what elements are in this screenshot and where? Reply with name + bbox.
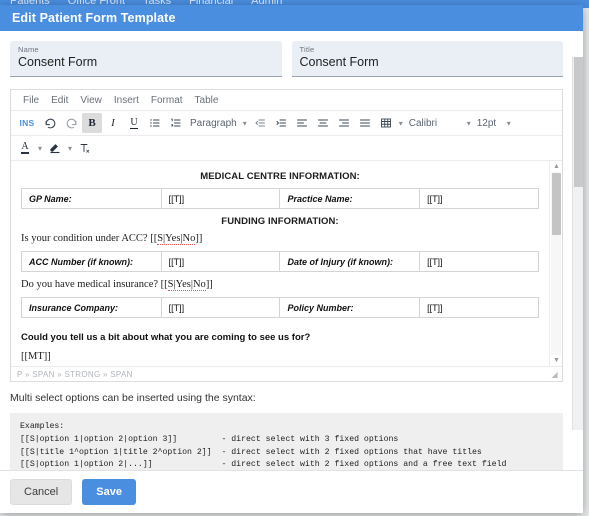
table-row: ACC Number (if known): [[T]] Date of Inj… <box>21 251 539 272</box>
cell-acc-number-token[interactable]: [[T]] <box>160 251 281 272</box>
dialog-scrollbar[interactable] <box>572 57 583 430</box>
question-reason[interactable]: Could you tell us a bit about what you a… <box>21 332 539 343</box>
title-field[interactable]: Title Consent Form <box>291 41 563 77</box>
bullet-list-icon[interactable] <box>145 113 165 133</box>
outdent-icon[interactable] <box>250 113 270 133</box>
form-fields-row: Name Consent Form Title Consent Form <box>0 31 583 85</box>
rich-text-editor: File Edit View Insert Format Table INS B… <box>10 89 563 382</box>
question-insurance[interactable]: Do you have medical insurance? [[S|Yes|N… <box>21 279 539 291</box>
cell-practice-name-token[interactable]: [[T]] <box>419 188 539 209</box>
cell-acc-number-label[interactable]: ACC Number (if known): <box>21 251 162 272</box>
name-field-value[interactable]: Consent Form <box>18 54 274 70</box>
table-acc: ACC Number (if known): [[T]] Date of Inj… <box>21 251 539 272</box>
element-path: P » SPAN » STRONG » SPAN <box>17 369 133 379</box>
help-code-block: Examples: [[S|option 1|option 2|option 3… <box>10 413 563 470</box>
editor-scrollbar[interactable]: ▲ ▼ <box>549 161 562 366</box>
table-row: GP Name: [[T]] Practice Name: [[T]] <box>21 188 539 209</box>
dialog-footer: Cancel Save <box>0 470 583 513</box>
block-format-chevron-down-icon[interactable]: ▾ <box>243 119 247 128</box>
table-icon[interactable] <box>376 113 396 133</box>
redo-icon[interactable] <box>61 113 81 133</box>
heading-medical-centre-information: MEDICAL CENTRE INFORMATION: <box>200 171 360 182</box>
heading-funding-information: FUNDING INFORMATION: <box>221 216 339 227</box>
menu-table[interactable]: Table <box>189 93 225 108</box>
cell-date-of-injury-label[interactable]: Date of Injury (if known): <box>279 251 421 272</box>
editor-scrollbar-thumb[interactable] <box>552 173 561 235</box>
text-color-icon[interactable]: A <box>15 138 35 158</box>
font-family-chevron-down-icon[interactable]: ▾ <box>467 119 471 128</box>
editor-statusbar: P » SPAN » STRONG » SPAN ◢ <box>11 366 562 381</box>
editor-resize-handle[interactable]: ◢ <box>552 370 558 379</box>
question-insurance-suffix: ]] <box>205 279 213 290</box>
edit-patient-form-template-dialog: Edit Patient Form Template Name Consent … <box>0 5 583 513</box>
question-acc-prefix: Is your condition under ACC? [[ <box>21 233 158 244</box>
scroll-up-arrow-icon[interactable]: ▲ <box>553 163 560 170</box>
dialog-body: Name Consent Form Title Consent Form Fil… <box>0 31 583 470</box>
cell-gp-name-token[interactable]: [[T]] <box>160 188 281 209</box>
question-acc[interactable]: Is your condition under ACC? [[S|Yes|No]… <box>21 233 539 245</box>
editor-toolbar-secondary: A ▾ ▾ <box>11 136 562 161</box>
cell-insurance-company-token[interactable]: [[T]] <box>160 297 281 318</box>
dialog-title-bar: Edit Patient Form Template <box>0 5 583 31</box>
editor-content-area[interactable]: MEDICAL CENTRE INFORMATION: GP Name: [[T… <box>11 161 549 366</box>
align-justify-icon[interactable] <box>355 113 375 133</box>
question-insurance-prefix: Do you have medical insurance? [[ <box>21 279 168 290</box>
cell-date-of-injury-token[interactable]: [[T]] <box>419 251 539 272</box>
highlight-color-chevron-down-icon[interactable]: ▾ <box>68 144 72 153</box>
cell-practice-name-label[interactable]: Practice Name: <box>279 188 421 209</box>
title-field-label: Title <box>299 45 315 54</box>
table-chevron-down-icon[interactable]: ▾ <box>399 119 403 128</box>
token-reason[interactable]: [[MT]] <box>21 351 539 362</box>
help-intro-text: Multi select options can be inserted usi… <box>10 392 256 404</box>
underline-icon[interactable]: U <box>124 113 144 133</box>
help-section: Multi select options can be inserted usi… <box>0 382 583 470</box>
menu-file[interactable]: File <box>17 93 45 108</box>
table-insurance: Insurance Company: [[T]] Policy Number: … <box>21 297 539 318</box>
undo-icon[interactable] <box>40 113 60 133</box>
cell-policy-number-token[interactable]: [[T]] <box>419 297 539 318</box>
cell-gp-name-label[interactable]: GP Name: <box>21 188 162 209</box>
align-right-icon[interactable] <box>334 113 354 133</box>
name-field[interactable]: Name Consent Form <box>10 41 282 77</box>
insert-field-button[interactable]: INS <box>15 113 39 133</box>
block-format-value: Paragraph <box>190 117 237 129</box>
font-family-value: Calibri <box>408 117 438 129</box>
cancel-button[interactable]: Cancel <box>10 479 73 505</box>
font-family-select[interactable]: Calibri <box>406 113 464 133</box>
name-field-label: Name <box>18 45 39 54</box>
align-center-icon[interactable] <box>313 113 333 133</box>
question-acc-suffix: ]] <box>195 233 203 244</box>
dialog-scrollbar-thumb[interactable] <box>574 57 583 187</box>
indent-icon[interactable] <box>271 113 291 133</box>
table-medical-centre: GP Name: [[T]] Practice Name: [[T]] <box>21 188 539 209</box>
dialog-title: Edit Patient Form Template <box>12 11 176 25</box>
cell-policy-number-label[interactable]: Policy Number: <box>279 297 421 318</box>
menu-view[interactable]: View <box>74 93 108 108</box>
font-size-value: 12pt <box>476 117 497 129</box>
font-size-chevron-down-icon[interactable]: ▾ <box>507 119 511 128</box>
clear-formatting-icon[interactable] <box>75 138 95 158</box>
scroll-down-arrow-icon[interactable]: ▼ <box>553 357 560 364</box>
menu-edit[interactable]: Edit <box>45 93 74 108</box>
italic-icon[interactable]: I <box>103 113 123 133</box>
bold-icon[interactable]: B <box>82 113 102 133</box>
block-format-select[interactable]: Paragraph <box>187 113 240 133</box>
editor-content-wrapper: MEDICAL CENTRE INFORMATION: GP Name: [[T… <box>11 161 562 366</box>
text-color-chevron-down-icon[interactable]: ▾ <box>38 144 42 153</box>
dialog-scroll-area: Name Consent Form Title Consent Form Fil… <box>0 31 583 470</box>
save-button[interactable]: Save <box>82 479 136 505</box>
editor-menubar: File Edit View Insert Format Table <box>11 90 562 111</box>
table-row: Insurance Company: [[T]] Policy Number: … <box>21 297 539 318</box>
highlight-color-icon[interactable] <box>45 138 65 158</box>
question-acc-token: S|Yes|No <box>157 233 196 245</box>
numbered-list-icon[interactable] <box>166 113 186 133</box>
cell-insurance-company-label[interactable]: Insurance Company: <box>21 297 162 318</box>
editor-toolbar-primary: INS B I U Paragraph ▾ ▾ Calibri ▾ 12pt ▾ <box>11 111 562 136</box>
menu-format[interactable]: Format <box>145 93 189 108</box>
align-left-icon[interactable] <box>292 113 312 133</box>
question-insurance-token: S|Yes|No <box>167 279 206 291</box>
title-field-value[interactable]: Consent Form <box>300 54 556 70</box>
menu-insert[interactable]: Insert <box>108 93 145 108</box>
font-size-select[interactable]: 12pt <box>474 113 504 133</box>
